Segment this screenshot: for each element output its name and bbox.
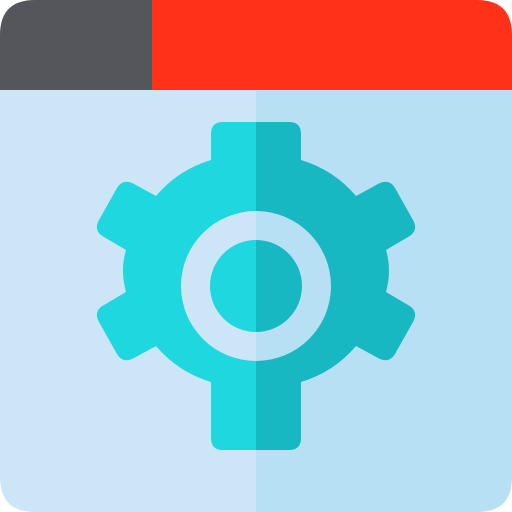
browser-settings-icon xyxy=(0,0,512,512)
window-titlebar xyxy=(0,0,512,90)
browser-window-graphic xyxy=(0,0,512,512)
